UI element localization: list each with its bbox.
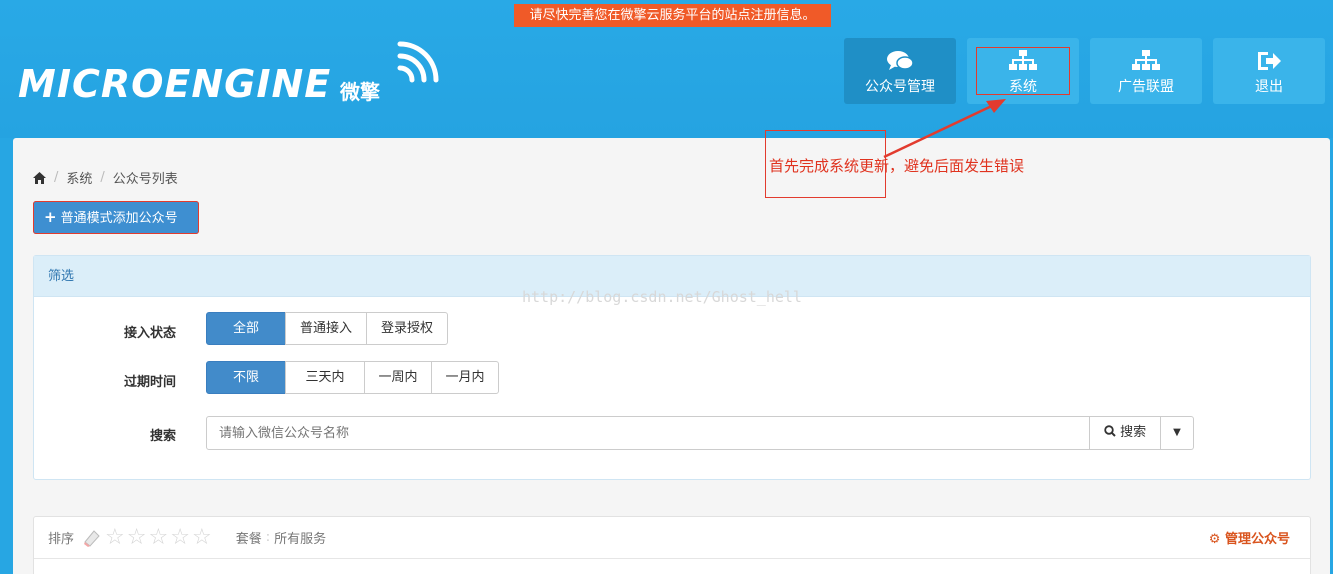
manage-mp-link[interactable]: ⚙ 管理公众号 [1209,528,1290,547]
breadcrumb: / 系统 / 公众号列表 [33,168,178,187]
manage-mp-label: 管理公众号 [1224,532,1290,547]
notice-banner[interactable]: 请尽快完善您在微擎云服务平台的站点注册信息。 [514,4,831,27]
search-button-label: 搜索 [1120,425,1147,440]
star-icon[interactable]: ☆ [170,526,190,549]
star-icon[interactable]: ☆ [148,526,168,549]
access-option-oauth[interactable]: 登录授权 [366,312,448,345]
logo-cn-text: 微擎 [340,80,380,104]
caret-down-icon: ▼ [1173,427,1181,438]
star-icon[interactable]: ☆ [105,526,125,549]
search-dropdown-button[interactable]: ▼ [1161,416,1194,450]
breadcrumb-mp-list: 公众号列表 [112,172,178,187]
search-icon [1104,425,1116,437]
nav-ad-union[interactable]: 广告联盟 [1090,38,1202,104]
search-group: 搜索 ▼ [206,416,1194,450]
access-status-label: 接入状态 [123,326,176,341]
star-rating[interactable]: ☆ ☆ ☆ ☆ ☆ [82,526,214,549]
sitemap-icon [1009,50,1037,70]
access-option-all[interactable]: 全部 [206,312,286,345]
header: 请尽快完善您在微擎云服务平台的站点注册信息。 MICROENGINE 微擎 公众… [0,0,1333,138]
eraser-icon[interactable] [82,528,102,548]
sign-out-icon [1258,52,1281,70]
package-label: 套餐 [235,532,262,547]
star-icon[interactable]: ☆ [192,526,212,549]
search-input[interactable] [206,416,1090,450]
breadcrumb-separator: / [54,170,59,185]
mp-list-card: 排序 ☆ ☆ ☆ ☆ ☆ 套餐 : 所有服务 ⚙ 管理公众号 [33,516,1311,574]
expire-option-any[interactable]: 不限 [206,361,286,394]
breadcrumb-system[interactable]: 系统 [66,168,92,187]
breadcrumb-separator: / [100,170,105,185]
mp-list-toolbar: 排序 ☆ ☆ ☆ ☆ ☆ 套餐 : 所有服务 [34,517,1310,559]
home-icon[interactable] [33,171,46,184]
add-mp-button[interactable]: + 普通模式添加公众号 [33,201,199,234]
access-status-group: 全部 普通接入 登录授权 [206,312,448,345]
nav-label: 广告联盟 [1118,79,1174,95]
add-mp-label: 普通模式添加公众号 [60,211,178,226]
sitemap-icon [1132,50,1160,70]
plus-icon: + [44,208,57,226]
nav-label: 公众号管理 [865,79,935,95]
wifi-waves-icon [397,41,439,83]
main-panel: / 系统 / 公众号列表 + 普通模式添加公众号 筛选 接入状态 全部 普通接入 … [13,138,1330,574]
sort-label: 排序 [48,532,75,547]
package-separator: : [265,530,271,545]
expire-time-group: 不限 三天内 一周内 一月内 [206,361,499,394]
annotation-arrow-icon [883,99,1006,159]
nav-logout[interactable]: 退出 [1213,38,1325,104]
expire-option-week[interactable]: 一周内 [364,361,432,394]
expire-option-month[interactable]: 一月内 [431,361,499,394]
logo[interactable]: MICROENGINE 微擎 [18,38,439,106]
nav-label: 系统 [1009,79,1037,95]
search-label: 搜索 [149,429,176,444]
expire-time-label: 过期时间 [123,375,176,390]
gear-icon: ⚙ [1208,532,1221,547]
expire-option-3days[interactable]: 三天内 [285,361,365,394]
package-value: 所有服务 [274,532,327,547]
access-option-normal[interactable]: 普通接入 [285,312,367,345]
logo-text: MICROENGINE [18,62,332,106]
comments-icon [887,51,914,70]
star-icon[interactable]: ☆ [127,526,147,549]
watermark: http://blog.csdn.net/Ghost_hell [522,288,802,306]
nav-label: 退出 [1255,79,1283,95]
search-button[interactable]: 搜索 [1090,416,1161,450]
